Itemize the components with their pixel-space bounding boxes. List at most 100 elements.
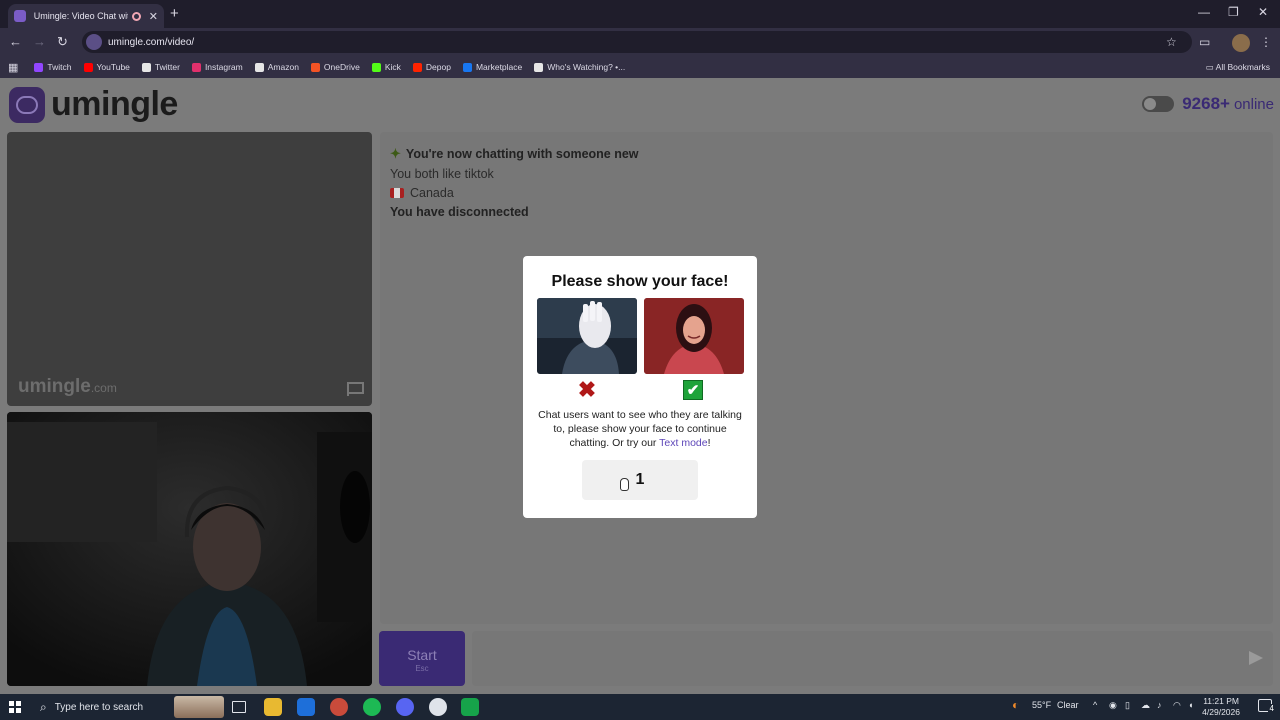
facebook-icon	[462, 62, 472, 72]
spotify-icon[interactable]	[363, 698, 381, 716]
bookmark-amazon[interactable]: Amazon	[254, 62, 299, 72]
visible-face-example-image	[643, 298, 744, 374]
stranger-video: umingle.com	[7, 132, 372, 406]
clock-time: 11:21 PM	[1203, 696, 1239, 706]
restore-button[interactable]: ❐	[1228, 5, 1239, 19]
countdown-button[interactable]: 1	[582, 460, 698, 500]
star-icon: ✦	[390, 146, 401, 161]
browser-tab-bar: Umingle: Video Chat with S ✕ + — ❐ ✕	[0, 0, 1280, 28]
address-bar[interactable]: umingle.com/video/	[82, 31, 1192, 53]
search-placeholder: Type here to search	[54, 701, 144, 713]
close-window-button[interactable]: ✕	[1258, 5, 1268, 19]
bookmark-star-icon[interactable]: ☆	[1166, 35, 1177, 49]
bookmark-youtube[interactable]: YouTube	[83, 62, 130, 72]
taskbar-search[interactable]: ⌕ Type here to search	[32, 694, 228, 720]
example-images	[523, 298, 757, 374]
microphone-icon[interactable]: ♪	[1157, 700, 1162, 710]
twitter-icon	[141, 62, 151, 72]
text-mode-link[interactable]: Text mode	[659, 437, 707, 449]
bookmark-twitter[interactable]: Twitter	[141, 62, 180, 72]
show-face-modal: Please show your face! ✖ ✔ Chat users wa…	[523, 256, 757, 518]
wrong-x-icon: ✖	[577, 377, 597, 402]
online-label: online	[1233, 95, 1274, 113]
logo-text: umingle	[51, 85, 178, 123]
bookmark-marketplace[interactable]: Marketplace	[462, 62, 522, 72]
wifi-icon[interactable]: ◠	[1173, 700, 1181, 711]
self-video	[7, 412, 372, 686]
bookmark-instagram[interactable]: Instagram	[191, 62, 243, 72]
url-text: umingle.com/video/	[108, 36, 195, 48]
start-shortcut: Esc	[415, 664, 429, 673]
file-explorer-icon[interactable]	[264, 698, 282, 716]
theme-toggle[interactable]	[1142, 96, 1175, 112]
tray-chevron-icon[interactable]: ^	[1093, 700, 1097, 710]
send-icon[interactable]	[1249, 651, 1263, 665]
outlook-icon[interactable]	[297, 698, 315, 716]
bookmark-whos-watching[interactable]: Who's Watching? •...	[534, 62, 625, 72]
chrome-icon[interactable]	[330, 698, 348, 716]
instagram-icon	[191, 62, 201, 72]
online-indicator: 9268+ online	[1142, 94, 1274, 114]
taskbar-clock[interactable]: 11:21 PM 4/29/2026	[1202, 696, 1240, 718]
browser-tab[interactable]: Umingle: Video Chat with S ✕	[8, 4, 164, 28]
all-bookmarks-button[interactable]: ▭ All Bookmarks	[1206, 62, 1270, 73]
task-view-icon[interactable]	[232, 701, 246, 713]
windows-start-icon[interactable]	[9, 701, 21, 713]
weather-icon: ◐	[1012, 698, 1020, 712]
kick-icon	[371, 62, 381, 72]
canada-flag-icon	[390, 188, 404, 198]
tray-app-icon[interactable]: ◉	[1109, 700, 1117, 711]
twitch-icon	[34, 62, 44, 72]
bookmark-twitch[interactable]: Twitch	[34, 62, 72, 72]
chat-message: Canada	[390, 186, 639, 200]
bookmark-depop[interactable]: Depop	[412, 62, 451, 72]
discord-icon[interactable]	[396, 698, 414, 716]
profile-circle-icon	[534, 62, 544, 72]
tray-device-icon[interactable]: ▯	[1125, 700, 1130, 711]
github-icon[interactable]	[429, 698, 447, 716]
start-label: Start	[407, 647, 437, 663]
bookmark-kick[interactable]: Kick	[371, 62, 401, 72]
app-icon[interactable]	[461, 698, 479, 716]
bookmarks-bar: ▦ Twitch YouTube Twitter Instagram Amazo…	[0, 56, 1280, 78]
hand-cursor-icon	[620, 478, 629, 491]
side-panel-icon[interactable]: ▭	[1199, 35, 1210, 49]
reload-icon[interactable]: ↻	[57, 34, 68, 50]
tab-close-icon[interactable]: ✕	[149, 10, 158, 23]
chat-message: You both like tiktok	[390, 167, 494, 181]
hidden-face-example-image	[536, 298, 637, 374]
report-flag-icon[interactable]	[347, 382, 364, 396]
chat-message: You have disconnected	[390, 205, 529, 219]
start-button[interactable]: Start Esc	[379, 631, 465, 686]
chat-bubble-logo-icon	[9, 86, 45, 123]
profile-avatar[interactable]	[1232, 34, 1250, 52]
weather-label[interactable]: Clear	[1057, 700, 1079, 710]
notification-count: 4	[1267, 704, 1276, 713]
bookmark-onedrive[interactable]: OneDrive	[310, 62, 360, 72]
modal-title: Please show your face!	[551, 273, 729, 290]
weather-temp[interactable]: 55°F	[1032, 700, 1051, 710]
menu-kebab-icon[interactable]: ⋮	[1260, 35, 1272, 49]
amazon-icon	[254, 62, 264, 72]
site-info-icon[interactable]	[86, 34, 102, 50]
tray-cloud-icon[interactable]: ☁	[1141, 700, 1150, 711]
onedrive-icon	[310, 62, 320, 72]
browser-toolbar: ← → ↻ umingle.com/video/ ☆ ▭ ⋮	[0, 28, 1280, 56]
windows-taskbar: ⌕ Type here to search ◐ 55°F Clear ^ ◉ ▯…	[0, 694, 1280, 720]
webcam-feed-image	[7, 412, 372, 686]
site-logo[interactable]: umingle	[9, 85, 178, 124]
message-input[interactable]	[472, 631, 1273, 686]
minimize-button[interactable]: —	[1198, 5, 1210, 19]
chat-message: ✦ You're now chatting with someone new	[390, 146, 639, 161]
back-arrow-icon[interactable]: ←	[9, 34, 22, 49]
search-highlight-image	[174, 696, 224, 718]
clock-date: 4/29/2026	[1202, 707, 1240, 717]
search-icon: ⌕	[40, 699, 47, 714]
apps-grid-icon[interactable]: ▦	[8, 61, 18, 74]
chat-log: ✦ You're now chatting with someone new Yo…	[380, 132, 1273, 624]
new-tab-button[interactable]: +	[170, 5, 179, 22]
youtube-icon	[83, 62, 93, 72]
countdown-value: 1	[635, 471, 645, 488]
forward-arrow-icon[interactable]: →	[33, 34, 46, 49]
volume-icon[interactable]: ◖	[1188, 700, 1193, 710]
